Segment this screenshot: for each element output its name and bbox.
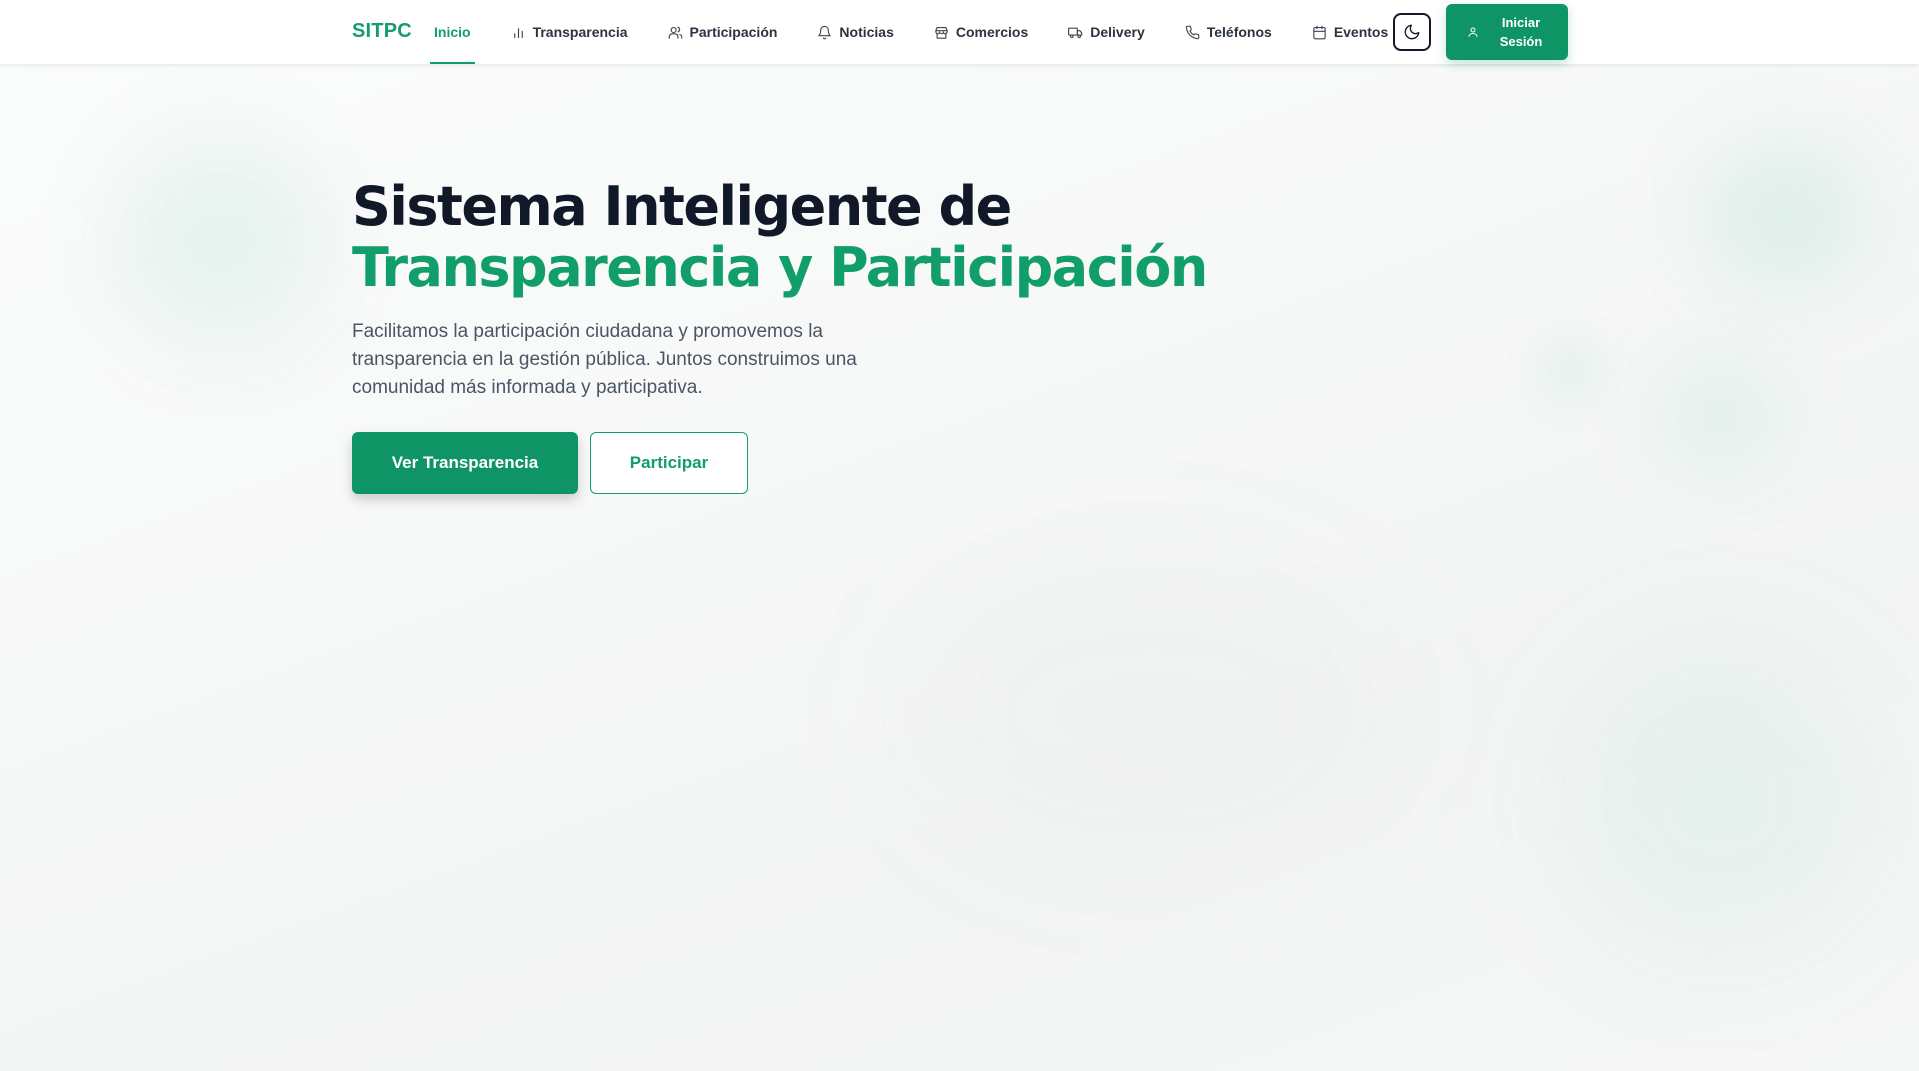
truck-icon bbox=[1068, 27, 1083, 38]
nav-item-inicio[interactable]: Inicio bbox=[430, 0, 475, 64]
hero-title-line1: Sistema Inteligente de bbox=[352, 175, 1012, 238]
decorative-blob bbox=[900, 560, 1400, 860]
nav-item-transparencia[interactable]: Transparencia bbox=[511, 0, 628, 64]
decorative-blob bbox=[1660, 360, 1780, 470]
nav-item-eventos[interactable]: Eventos bbox=[1312, 0, 1388, 64]
decorative-blob bbox=[1540, 340, 1600, 400]
store-icon bbox=[935, 26, 948, 39]
users-icon bbox=[668, 26, 682, 39]
moon-icon bbox=[1404, 24, 1420, 40]
login-button[interactable]: Iniciar Sesión bbox=[1446, 4, 1568, 60]
bar-chart-icon bbox=[513, 27, 523, 38]
hero-description: Facilitamos la participación ciudadana y… bbox=[352, 321, 857, 398]
top-navbar: SITPC Inicio Transparencia Participación… bbox=[0, 0, 1919, 64]
main-nav: Inicio Transparencia Participación Notic… bbox=[430, 0, 1388, 64]
page: SITPC Inicio Transparencia Participación… bbox=[0, 0, 1919, 1071]
hero-title-line2: Transparencia y Participación bbox=[352, 236, 1208, 299]
ver-transparencia-button[interactable]: Ver Transparencia bbox=[352, 432, 578, 494]
bell-icon bbox=[818, 25, 832, 39]
participar-button[interactable]: Participar bbox=[590, 432, 748, 494]
brand-logo[interactable]: SITPC bbox=[352, 20, 412, 43]
nav-item-delivery[interactable]: Delivery bbox=[1068, 0, 1145, 64]
nav-item-noticias[interactable]: Noticias bbox=[817, 0, 894, 64]
calendar-icon bbox=[1313, 25, 1326, 39]
user-icon bbox=[1468, 27, 1478, 37]
decorative-blob bbox=[1560, 640, 1880, 960]
theme-toggle-button[interactable] bbox=[1393, 13, 1431, 51]
decorative-blob bbox=[110, 130, 330, 350]
hero-section: Sistema Inteligente de Transparencia y P… bbox=[352, 176, 1352, 494]
nav-item-comercios[interactable]: Comercios bbox=[934, 0, 1028, 64]
nav-item-label: Noticias bbox=[839, 24, 894, 40]
nav-item-label: Teléfonos bbox=[1206, 24, 1272, 40]
login-button-label: Iniciar Sesión bbox=[1499, 15, 1543, 49]
nav-item-label: Comercios bbox=[955, 24, 1029, 40]
nav-item-label: Eventos bbox=[1333, 24, 1389, 40]
nav-item-label: Participación bbox=[689, 24, 778, 40]
phone-icon bbox=[1185, 25, 1200, 39]
nav-item-telefonos[interactable]: Teléfonos bbox=[1185, 0, 1272, 64]
nav-item-label: Transparencia bbox=[532, 24, 628, 40]
decorative-blob bbox=[1700, 140, 1870, 290]
nav-item-participacion[interactable]: Participación bbox=[668, 0, 778, 64]
nav-item-label: Delivery bbox=[1090, 24, 1145, 40]
hero-actions: Ver Transparencia Participar bbox=[352, 432, 1352, 494]
hero-title: Sistema Inteligente de Transparencia y P… bbox=[352, 176, 1352, 298]
nav-item-label: Inicio bbox=[434, 24, 471, 40]
